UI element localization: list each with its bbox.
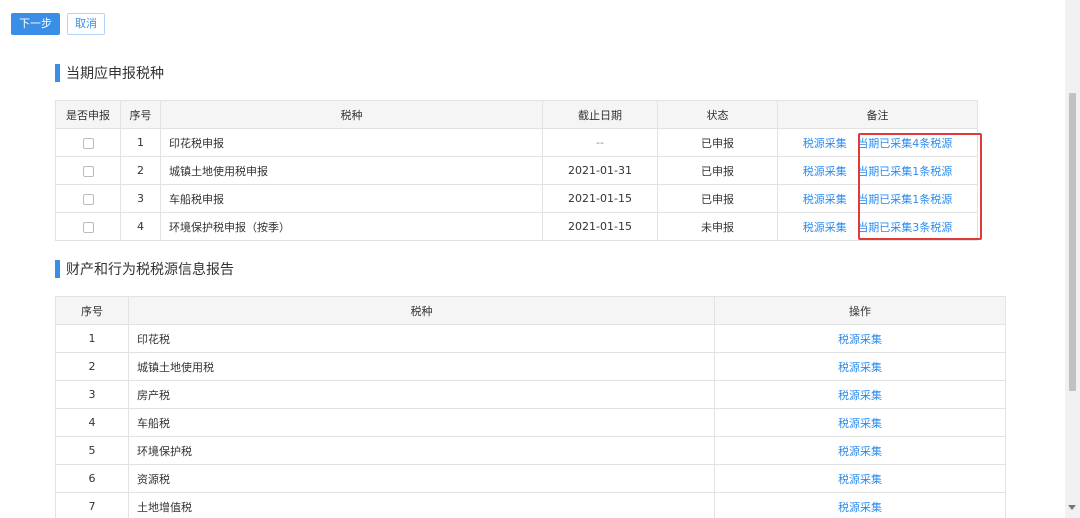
tax-source-collect-link[interactable]: 税源采集	[838, 333, 882, 346]
row-no: 7	[55, 492, 129, 518]
tax-source-collect-link[interactable]: 税源采集	[838, 361, 882, 374]
row-tax: 城镇土地使用税申报	[160, 156, 543, 185]
section-title-text: 财产和行为税税源信息报告	[66, 262, 234, 278]
row-note-cell: 税源采集 当期已采集4条税源	[777, 128, 978, 157]
header-no: 序号	[120, 100, 161, 129]
declare-checkbox[interactable]	[82, 193, 94, 205]
row-tax: 房产税	[128, 380, 715, 409]
toolbar: 下一步 取消	[11, 13, 105, 35]
table-row: 2 城镇土地使用税申报 2021-01-31 已申报 税源采集 当期已采集1条税…	[55, 156, 978, 185]
tax-source-collect-link[interactable]: 税源采集	[838, 445, 882, 458]
declare-checkbox[interactable]	[82, 221, 94, 233]
header-status: 状态	[657, 100, 778, 129]
header-deadline: 截止日期	[542, 100, 658, 129]
header-note: 备注	[777, 100, 978, 129]
row-status: 未申报	[657, 212, 778, 241]
row-deadline: 2021-01-15	[542, 184, 658, 213]
row-no: 3	[55, 380, 129, 409]
table-header-row: 是否申报 序号 税种 截止日期 状态 备注	[55, 100, 978, 129]
section-title-text: 当期应申报税种	[66, 66, 164, 82]
table-row: 4 环境保护税申报（按季） 2021-01-15 未申报 税源采集 当期已采集3…	[55, 212, 978, 241]
vertical-scrollbar[interactable]	[1065, 0, 1080, 518]
tax-source-collect-link[interactable]: 税源采集	[838, 473, 882, 486]
table-row: 3 车船税申报 2021-01-15 已申报 税源采集 当期已采集1条税源	[55, 184, 978, 213]
table-row: 6 资源税 税源采集	[55, 464, 1006, 493]
scrollbar-thumb[interactable]	[1069, 93, 1076, 391]
collected-note-link[interactable]: 当期已采集1条税源	[857, 165, 952, 178]
row-status: 已申报	[657, 156, 778, 185]
row-tax: 车船税申报	[160, 184, 543, 213]
row-no: 3	[120, 184, 161, 213]
next-step-button[interactable]: 下一步	[11, 13, 60, 35]
row-note-cell: 税源采集 当期已采集1条税源	[777, 184, 978, 213]
section-marker	[55, 64, 60, 82]
table-row: 1 印花税申报 -- 已申报 税源采集 当期已采集4条税源	[55, 128, 978, 157]
table-header-row: 序号 税种 操作	[55, 296, 1006, 325]
row-note-cell: 税源采集 当期已采集3条税源	[777, 212, 978, 241]
tax-source-collect-link[interactable]: 税源采集	[803, 221, 847, 234]
header-no: 序号	[55, 296, 129, 325]
row-no: 2	[55, 352, 129, 381]
collected-note-link[interactable]: 当期已采集1条税源	[857, 193, 952, 206]
row-status: 已申报	[657, 128, 778, 157]
section-title-source-report: 财产和行为税税源信息报告	[55, 259, 234, 279]
row-tax: 城镇土地使用税	[128, 352, 715, 381]
cancel-button[interactable]: 取消	[67, 13, 105, 35]
row-no: 2	[120, 156, 161, 185]
row-no: 6	[55, 464, 129, 493]
scroll-down-arrow-icon[interactable]	[1068, 505, 1076, 510]
header-tax: 税种	[160, 100, 543, 129]
collected-note-link[interactable]: 当期已采集4条税源	[857, 137, 952, 150]
row-deadline: 2021-01-15	[542, 212, 658, 241]
declare-checkbox[interactable]	[82, 137, 94, 149]
row-deadline: 2021-01-31	[542, 156, 658, 185]
collected-note-link[interactable]: 当期已采集3条税源	[857, 221, 952, 234]
tax-source-collect-link[interactable]: 税源采集	[838, 389, 882, 402]
row-tax: 环境保护税	[128, 436, 715, 465]
tax-source-collect-link[interactable]: 税源采集	[803, 137, 847, 150]
row-no: 4	[55, 408, 129, 437]
current-declaration-table: 是否申报 序号 税种 截止日期 状态 备注 1 印花税申报 -- 已申报 税源采…	[55, 100, 978, 241]
table-row: 1 印花税 税源采集	[55, 324, 1006, 353]
row-tax: 资源税	[128, 464, 715, 493]
header-operation: 操作	[714, 296, 1006, 325]
declare-checkbox[interactable]	[82, 165, 94, 177]
row-no: 1	[55, 324, 129, 353]
tax-source-collect-link[interactable]: 税源采集	[803, 165, 847, 178]
row-note-cell: 税源采集 当期已采集1条税源	[777, 156, 978, 185]
tax-source-collect-link[interactable]: 税源采集	[838, 417, 882, 430]
table-row: 5 环境保护税 税源采集	[55, 436, 1006, 465]
row-tax: 土地增值税	[128, 492, 715, 518]
row-tax: 印花税申报	[160, 128, 543, 157]
row-no: 1	[120, 128, 161, 157]
table-row: 7 土地增值税 税源采集	[55, 492, 1006, 518]
section-title-current-declaration: 当期应申报税种	[55, 63, 164, 83]
row-no: 5	[55, 436, 129, 465]
section-marker	[55, 260, 60, 278]
row-no: 4	[120, 212, 161, 241]
tax-source-report-table: 序号 税种 操作 1 印花税 税源采集 2 城镇土地使用税 税源采集 3 房产税…	[55, 296, 1006, 518]
table-row: 3 房产税 税源采集	[55, 380, 1006, 409]
header-tax: 税种	[128, 296, 715, 325]
tax-source-collect-link[interactable]: 税源采集	[838, 501, 882, 514]
row-tax: 车船税	[128, 408, 715, 437]
table-row: 2 城镇土地使用税 税源采集	[55, 352, 1006, 381]
table-row: 4 车船税 税源采集	[55, 408, 1006, 437]
header-declare: 是否申报	[55, 100, 121, 129]
row-deadline: --	[542, 128, 658, 157]
row-status: 已申报	[657, 184, 778, 213]
tax-source-collect-link[interactable]: 税源采集	[803, 193, 847, 206]
row-tax: 环境保护税申报（按季）	[160, 212, 543, 241]
row-tax: 印花税	[128, 324, 715, 353]
